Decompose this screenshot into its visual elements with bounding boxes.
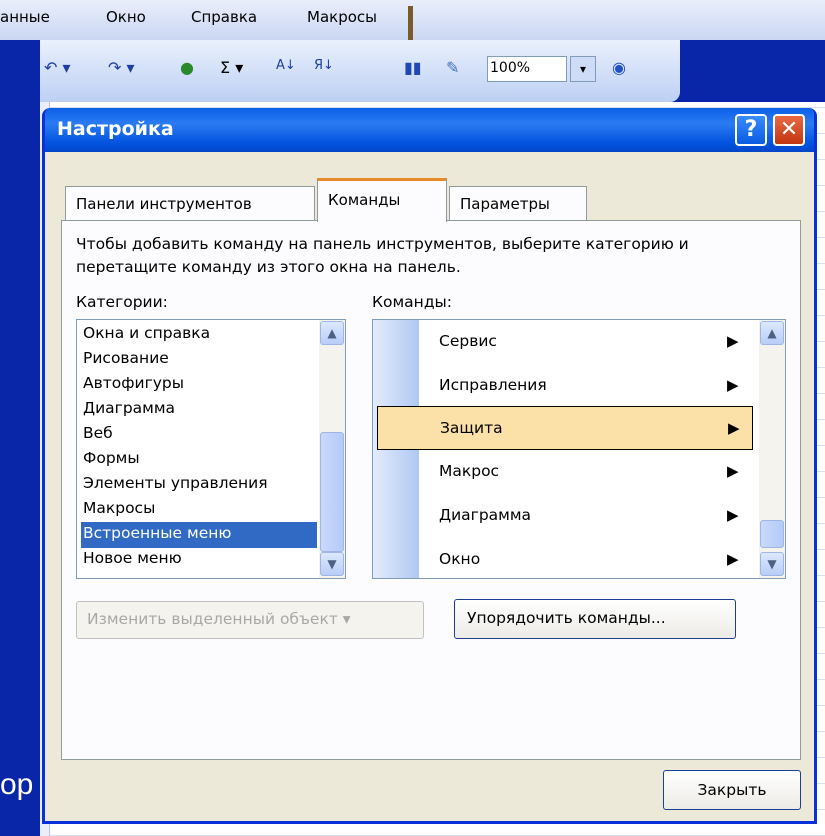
list-item[interactable]: Макросы (81, 497, 317, 523)
list-item[interactable]: Автофигуры (81, 372, 317, 398)
chart-wizard-icon[interactable]: ▮▮ (404, 58, 422, 77)
categories-scrollbar[interactable]: ▲ ▼ (319, 320, 345, 578)
categories-list[interactable]: Окна и справка Рисование Автофигуры Диаг… (76, 319, 346, 579)
submenu-arrow-icon: ▶ (727, 376, 739, 394)
scroll-thumb[interactable] (760, 520, 784, 548)
close-title-button[interactable]: ✕ (773, 114, 805, 146)
autosum-icon[interactable]: Σ ▾ (220, 58, 243, 77)
submenu-arrow-icon: ▶ (727, 550, 739, 568)
help-title-button[interactable]: ? (735, 114, 767, 146)
modify-selection-button: Изменить выделенный объект ▾ (76, 601, 424, 639)
list-item[interactable]: Исправления ▶ (377, 364, 753, 408)
menu-data[interactable]: анные (0, 8, 50, 26)
list-item[interactable]: Окна и справка (81, 322, 317, 348)
menu-window[interactable]: Окно (106, 8, 146, 26)
customize-dialog: Настройка ? ✕ Панели инструментов Команд… (42, 108, 817, 824)
scroll-up-icon[interactable]: ▲ (760, 321, 784, 345)
list-item[interactable]: Формы (81, 447, 317, 473)
tab-toolbars[interactable]: Панели инструментов (65, 186, 315, 220)
list-item[interactable]: Новое меню (81, 547, 317, 573)
command-label: Защита (440, 419, 503, 437)
zoom-dropdown-icon[interactable]: ▾ (570, 56, 596, 82)
tab-options[interactable]: Параметры (449, 186, 587, 220)
drawing-icon[interactable]: ✎ (446, 58, 459, 77)
close-button[interactable]: Закрыть (663, 770, 801, 810)
categories-label: Категории: (76, 293, 168, 311)
tab-commands[interactable]: Команды (317, 178, 447, 222)
list-item[interactable]: Сервис ▶ (377, 320, 753, 364)
redo-icon[interactable]: ↷ ▾ (108, 58, 135, 77)
dialog-titlebar[interactable]: Настройка ? ✕ (45, 108, 814, 152)
help-icon[interactable]: ◉ (612, 58, 626, 77)
sort-ascending-icon[interactable]: А↓ (276, 58, 296, 73)
submenu-arrow-icon: ▶ (727, 462, 739, 480)
scroll-down-icon[interactable]: ▼ (320, 552, 344, 576)
list-item[interactable]: Рисование (81, 347, 317, 373)
rearrange-commands-button[interactable]: Упорядочить команды... (454, 599, 736, 639)
list-item-selected[interactable]: Защита ▶ (377, 406, 753, 450)
list-item[interactable]: Макрос ▶ (377, 450, 753, 494)
menu-bar: анные Окно Справка Макросы (0, 0, 825, 40)
list-item[interactable]: Окно ▶ (377, 538, 753, 582)
scroll-down-icon[interactable]: ▼ (760, 552, 784, 576)
command-label: Диаграмма (439, 506, 532, 524)
commands-tab-panel: Чтобы добавить команду на панель инструм… (61, 220, 801, 760)
background-text: ор (0, 768, 34, 801)
command-label: Исправления (439, 376, 547, 394)
list-item[interactable]: Веб (81, 422, 317, 448)
commands-list[interactable]: Сервис ▶ Исправления ▶ Защита ▶ Макрос ▶… (372, 319, 786, 579)
list-item[interactable]: Элементы управления (81, 472, 317, 498)
menu-macros[interactable]: Макросы (307, 8, 377, 26)
submenu-arrow-icon: ▶ (727, 506, 739, 524)
toolbar-grip[interactable] (408, 6, 413, 40)
submenu-arrow-icon: ▶ (728, 419, 740, 437)
scroll-thumb[interactable] (320, 432, 344, 552)
scroll-up-icon[interactable]: ▲ (320, 321, 344, 345)
hyperlink-icon[interactable]: ● (180, 58, 194, 77)
list-item-selected[interactable]: Встроенные меню (81, 522, 317, 548)
command-label: Макрос (439, 462, 500, 480)
menu-help[interactable]: Справка (191, 8, 257, 26)
undo-icon[interactable]: ↶ ▾ (44, 58, 71, 77)
list-item[interactable]: Диаграмма ▶ (377, 494, 753, 538)
command-label: Сервис (439, 332, 497, 350)
command-label: Окно (439, 550, 481, 568)
dialog-title: Настройка (57, 118, 174, 140)
commands-label: Команды: (372, 293, 452, 311)
submenu-arrow-icon: ▶ (727, 332, 739, 350)
list-item[interactable]: Диаграмма (81, 397, 317, 423)
commands-scrollbar[interactable]: ▲ ▼ (759, 320, 785, 578)
zoom-input[interactable]: 100% (487, 56, 567, 82)
instruction-text: Чтобы добавить команду на панель инструм… (76, 235, 689, 276)
sort-descending-icon[interactable]: Я↓ (314, 58, 334, 73)
